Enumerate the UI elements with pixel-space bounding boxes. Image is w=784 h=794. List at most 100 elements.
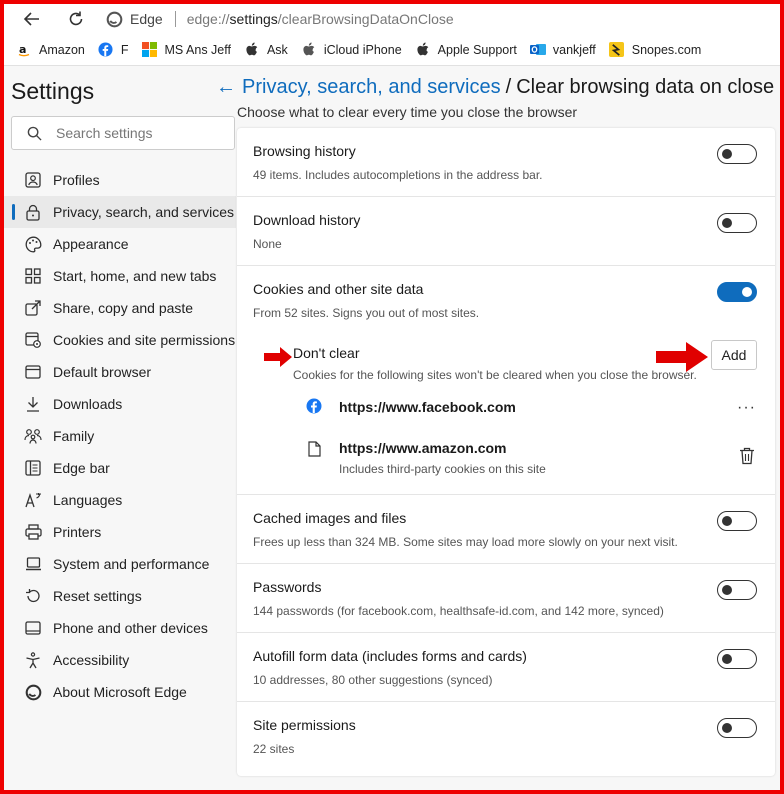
sidebar-item-family[interactable]: Family bbox=[4, 420, 236, 452]
sidebar-item-label: Start, home, and new tabs bbox=[53, 268, 217, 284]
option-title: Site permissions bbox=[253, 717, 356, 733]
site-identity[interactable]: Edge bbox=[106, 11, 163, 28]
sidebar-item-label: Edge bar bbox=[53, 460, 110, 476]
arrow-left-icon bbox=[23, 12, 39, 26]
toggle-knob bbox=[722, 516, 732, 526]
favorite-ms-ans[interactable]: MS Ans Jeff bbox=[142, 42, 231, 58]
sidebar-item-printers[interactable]: Printers bbox=[4, 516, 236, 548]
sidebar-item-label: Downloads bbox=[53, 396, 123, 412]
download-history-toggle[interactable] bbox=[717, 213, 757, 233]
browsing-history-toggle[interactable] bbox=[717, 144, 757, 164]
sidebar-item-phone[interactable]: Phone and other devices bbox=[4, 612, 236, 644]
browser-window: Edge edge://settings/clearBrowsingDataOn… bbox=[4, 4, 780, 790]
favorite-label: Ask bbox=[266, 42, 288, 57]
favorite-vankjeff[interactable]: vankjeff bbox=[529, 42, 596, 58]
laptop-icon bbox=[24, 555, 42, 573]
favorite-apple-support[interactable]: Apple Support bbox=[415, 42, 517, 58]
favorite-icloud[interactable]: iCloud iPhone bbox=[301, 42, 402, 58]
edge-label: Edge bbox=[130, 11, 163, 27]
sidebar-item-privacy[interactable]: Privacy, search, and services bbox=[4, 196, 236, 228]
sidebar-item-profiles[interactable]: Profiles bbox=[4, 164, 236, 196]
sidebar-item-accessibility[interactable]: Accessibility bbox=[4, 644, 236, 676]
option-autofill: Autofill form data (includes forms and c… bbox=[237, 633, 775, 702]
cookies-toggle[interactable] bbox=[717, 282, 757, 302]
favorite-snopes[interactable]: Snopes.com bbox=[609, 42, 701, 58]
option-description: Frees up less than 324 MB. Some sites ma… bbox=[253, 535, 678, 549]
site-permissions-toggle[interactable] bbox=[717, 718, 757, 738]
sidebar-item-start-home[interactable]: Start, home, and new tabs bbox=[4, 260, 236, 292]
sidebar-item-languages[interactable]: Languages bbox=[4, 484, 236, 516]
sidebar-item-label: Family bbox=[53, 428, 95, 444]
sidebar-item-about[interactable]: About Microsoft Edge bbox=[4, 676, 236, 708]
sidebar-item-label: Reset settings bbox=[53, 588, 142, 604]
facebook-icon bbox=[98, 42, 114, 58]
reset-icon bbox=[24, 587, 42, 605]
favorite-label: Apple Support bbox=[437, 42, 517, 57]
sidebar-item-downloads[interactable]: Downloads bbox=[4, 388, 236, 420]
favorite-amazon[interactable]: a Amazon bbox=[16, 42, 85, 58]
favorite-label: Amazon bbox=[39, 42, 85, 57]
toggle-knob bbox=[722, 585, 732, 595]
favorites-bar: a Amazon F MS Ans Jeff Ask iCloud iPhone… bbox=[4, 34, 780, 66]
family-icon bbox=[24, 427, 42, 445]
phone-icon bbox=[24, 619, 42, 637]
printer-icon bbox=[24, 523, 42, 541]
main-content: ← Privacy, search, and services / Clear … bbox=[216, 66, 780, 790]
breadcrumb-parent-link[interactable]: Privacy, search, and services bbox=[242, 76, 501, 99]
search-icon bbox=[27, 126, 42, 141]
sidebar-item-default-browser[interactable]: Default browser bbox=[4, 356, 236, 388]
sidebar-item-share[interactable]: Share, copy and paste bbox=[4, 292, 236, 324]
document-icon bbox=[305, 440, 323, 458]
toggle-knob bbox=[722, 218, 732, 228]
cached-images-toggle[interactable] bbox=[717, 511, 757, 531]
sidebar-item-reset[interactable]: Reset settings bbox=[4, 580, 236, 612]
sidebar-item-label: Default browser bbox=[53, 364, 152, 380]
url-scheme: edge:// bbox=[186, 11, 230, 27]
autofill-toggle[interactable] bbox=[717, 649, 757, 669]
sidebar-item-edge-bar[interactable]: Edge bar bbox=[4, 452, 236, 484]
settings-title: Settings bbox=[11, 78, 95, 104]
option-description: From 52 sites. Signs you out of most sit… bbox=[253, 306, 480, 320]
option-download-history: Download history None bbox=[237, 197, 775, 266]
page-description: Choose what to clear every time you clos… bbox=[237, 104, 578, 120]
back-arrow-icon[interactable]: ← bbox=[216, 76, 236, 99]
clear-options-card: Browsing history 49 items. Includes auto… bbox=[237, 128, 775, 776]
favorite-label: iCloud iPhone bbox=[323, 42, 402, 57]
favorite-facebook[interactable]: F bbox=[98, 42, 129, 58]
search-box[interactable] bbox=[11, 116, 235, 150]
breadcrumb: ← Privacy, search, and services / Clear … bbox=[216, 76, 774, 99]
languages-icon bbox=[24, 491, 42, 509]
url-path: /clearBrowsingDataOnClose bbox=[277, 11, 454, 27]
url-host: settings bbox=[229, 11, 278, 27]
passwords-toggle[interactable] bbox=[717, 580, 757, 600]
settings-nav: Profiles Privacy, search, and services A… bbox=[4, 164, 236, 708]
sidebar-item-label: Appearance bbox=[53, 236, 129, 252]
apple-icon bbox=[415, 42, 431, 58]
toggle-knob bbox=[722, 654, 732, 664]
sidebar-item-label: Privacy, search, and services bbox=[53, 204, 235, 220]
more-options-icon[interactable]: ··· bbox=[737, 399, 756, 417]
favorite-label: Snopes.com bbox=[631, 42, 702, 57]
favorite-ask[interactable]: Ask bbox=[244, 42, 288, 58]
dont-clear-heading: Don't clear bbox=[293, 345, 360, 361]
add-site-button[interactable]: Add bbox=[711, 340, 757, 370]
option-site-permissions: Site permissions 22 sites bbox=[237, 702, 775, 771]
address-separator bbox=[174, 11, 176, 27]
sidebar-item-system[interactable]: System and performance bbox=[4, 548, 236, 580]
option-description: None bbox=[253, 237, 282, 251]
refresh-icon bbox=[69, 11, 83, 26]
breadcrumb-separator: / bbox=[505, 76, 512, 98]
sidebar-item-label: Phone and other devices bbox=[53, 620, 208, 636]
search-input[interactable] bbox=[56, 125, 226, 141]
sidebar-item-appearance[interactable]: Appearance bbox=[4, 228, 236, 260]
sidebar-item-cookies[interactable]: Cookies and site permissions bbox=[4, 324, 236, 356]
delete-site-button[interactable] bbox=[739, 447, 757, 467]
back-button[interactable] bbox=[18, 6, 46, 32]
option-title: Browsing history bbox=[253, 143, 356, 159]
refresh-button[interactable] bbox=[62, 6, 90, 32]
edge-bar-icon bbox=[24, 459, 42, 477]
site-description: Includes third-party cookies on this sit… bbox=[339, 462, 546, 476]
url-field[interactable]: edge://settings/clearBrowsingDataOnClose bbox=[187, 11, 454, 27]
favorite-label: F bbox=[120, 42, 129, 57]
share-icon bbox=[24, 299, 42, 317]
